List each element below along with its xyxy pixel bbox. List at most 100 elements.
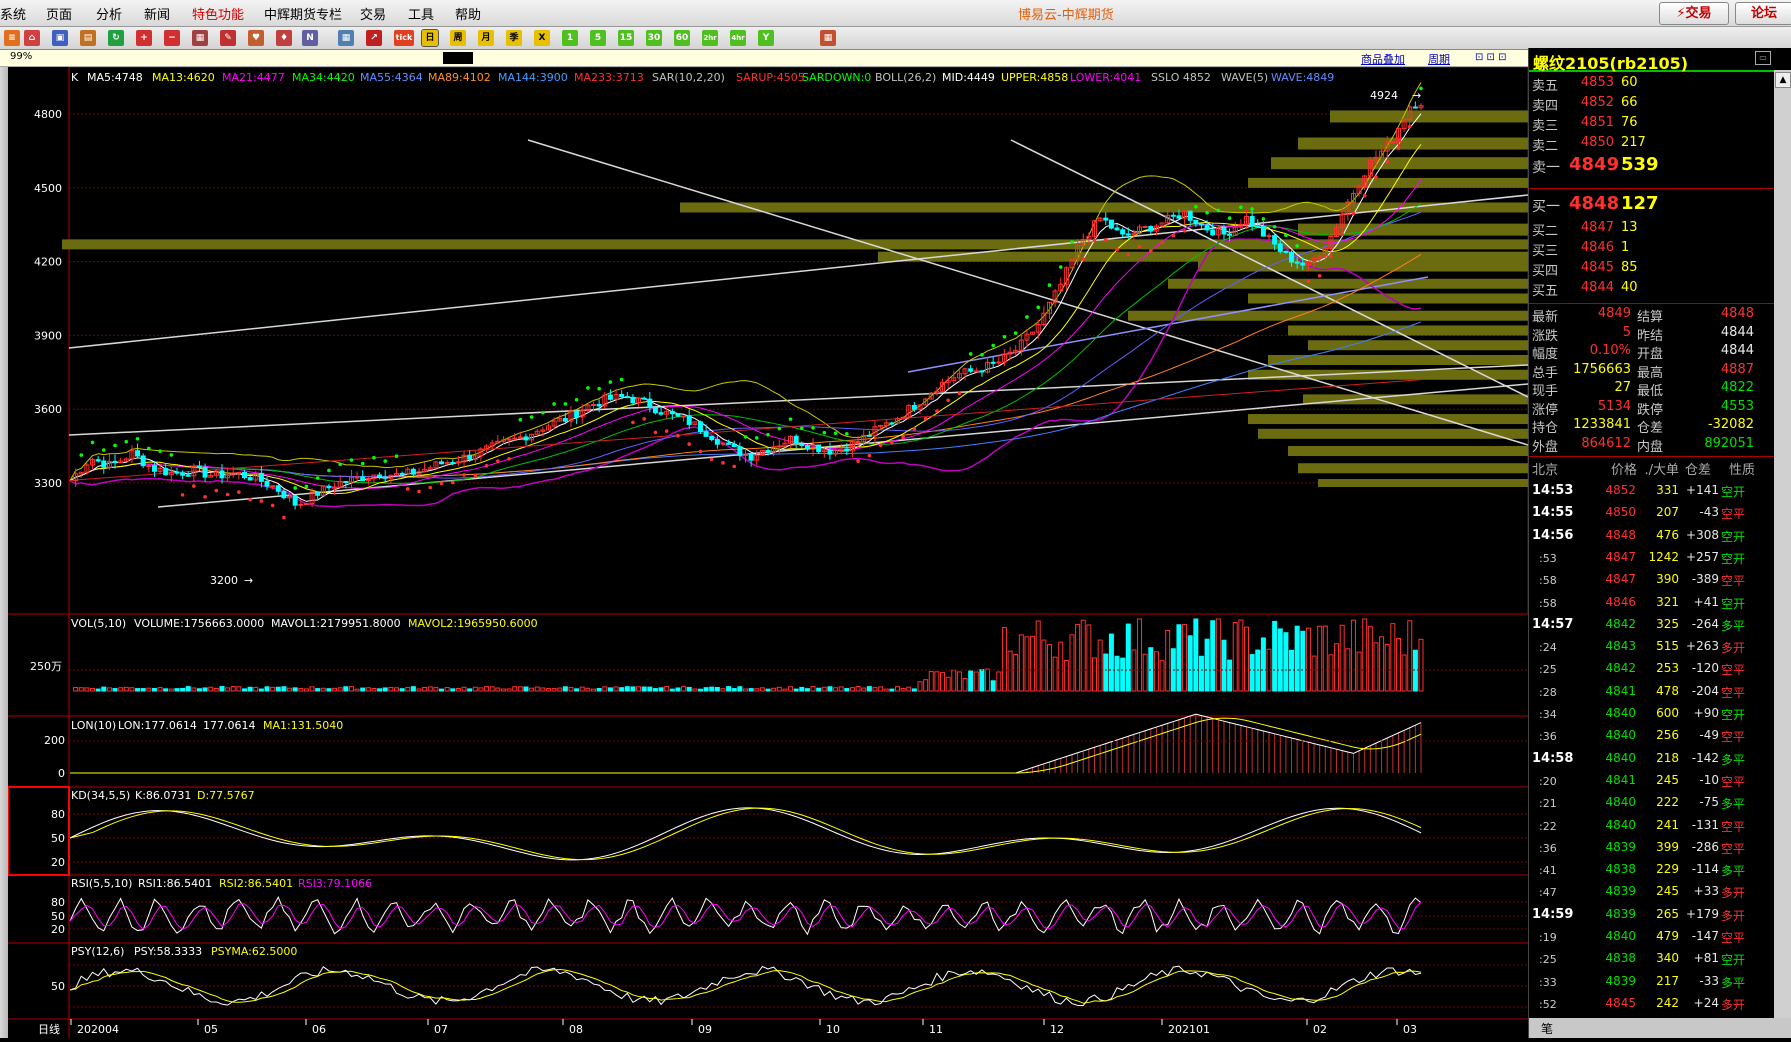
nav-arrows[interactable]: ⊡ ⊡ ⊡	[1475, 52, 1507, 63]
new-icon[interactable]: N	[302, 30, 318, 46]
menu-tools[interactable]: 工具	[408, 4, 434, 23]
tick-diff: -49	[1699, 728, 1719, 743]
volume-bar	[799, 686, 805, 692]
tick-row: :47 4839 245 +33 多开	[1529, 884, 1774, 903]
menu-news[interactable]: 新闻	[144, 4, 170, 23]
candle-body	[658, 412, 664, 415]
scroll-up-icon[interactable]: ▲	[1775, 72, 1791, 88]
tab-trades[interactable]: 笔	[1541, 1020, 1553, 1037]
candle-body	[247, 477, 253, 481]
menu-trade[interactable]: 交易	[360, 4, 386, 23]
pin-icon[interactable]: ♦	[276, 30, 292, 46]
sar-dot	[237, 490, 241, 494]
candle-body	[506, 438, 512, 441]
quote-scrollbar[interactable]: ▲	[1774, 70, 1791, 1018]
volume-bar	[1294, 625, 1300, 692]
chart-icon[interactable]: ↗	[366, 30, 382, 46]
tick-time: :21	[1539, 797, 1557, 811]
volume-bar	[1407, 620, 1413, 692]
volume-bar	[399, 688, 405, 692]
zoom-in-icon[interactable]: +	[136, 30, 152, 46]
month-button[interactable]: 月	[478, 30, 494, 46]
candle-body	[844, 448, 850, 452]
table-icon[interactable]: ▦	[338, 30, 354, 46]
h2-button[interactable]: 2hr	[702, 30, 718, 46]
sar-dot	[597, 386, 601, 391]
m30-button[interactable]: 30	[646, 30, 662, 46]
candle-body	[1412, 106, 1418, 109]
volume-bar	[135, 688, 141, 692]
tick-time: :58	[1539, 596, 1557, 610]
bid-row: 买三 4846 1	[1529, 240, 1774, 259]
volume-bar	[658, 687, 664, 692]
m15-button[interactable]: 15	[618, 30, 634, 46]
volume-bar	[427, 686, 433, 692]
h4-button[interactable]: 4hr	[730, 30, 746, 46]
m5-button[interactable]: 5	[590, 30, 606, 46]
m60-button[interactable]: 60	[674, 30, 690, 46]
volume-bar	[866, 686, 872, 692]
favorite-icon[interactable]: ♥	[248, 30, 264, 46]
volume-profile-bar	[1248, 177, 1528, 188]
chart-area[interactable]: K MA5:4748 MA13:4620 MA21:4477 MA34:4420…	[7, 66, 1529, 1038]
sar-dot	[991, 343, 995, 348]
volume-bar	[1120, 657, 1126, 692]
volume-bar	[106, 687, 112, 692]
season-button[interactable]: 季	[506, 30, 522, 46]
window-icon[interactable]: ▣	[52, 30, 68, 46]
menu-icon[interactable]: ≡	[4, 30, 20, 46]
sar-dot	[90, 440, 95, 445]
trade-button[interactable]: ⚡交易	[1659, 2, 1729, 25]
candle-body	[1193, 219, 1199, 225]
candle-body	[607, 394, 613, 400]
low-annotation: 3200	[210, 574, 238, 587]
candle-body	[1125, 233, 1131, 236]
day-button[interactable]: 日	[421, 29, 439, 47]
tick-button[interactable]: tick	[394, 30, 414, 46]
zoom-out-icon[interactable]: −	[164, 30, 180, 46]
custom-period-button[interactable]: Y	[758, 30, 774, 46]
candle-body	[562, 418, 568, 422]
menu-page[interactable]: 页面	[46, 4, 72, 23]
sar-dot	[1306, 279, 1311, 284]
stat-label: 现手	[1532, 384, 1559, 399]
menu-system[interactable]: 系统	[0, 4, 26, 23]
volume-bar	[985, 668, 991, 692]
refresh-icon[interactable]: ↻	[108, 30, 124, 46]
kline-chart[interactable]: K MA5:4748 MA13:4620 MA21:4477 MA34:4420…	[7, 66, 1529, 1038]
stat-label: 最低	[1637, 384, 1664, 399]
tick-volume: 218	[1656, 750, 1679, 765]
menu-help[interactable]: 帮助	[455, 4, 481, 23]
home-icon[interactable]: ⌂	[24, 30, 40, 46]
draw-icon[interactable]: ✎	[220, 30, 236, 46]
week-button[interactable]: 周	[450, 30, 466, 46]
year-button[interactable]: X	[534, 30, 550, 46]
sar-dot	[225, 492, 230, 497]
volume-bar	[731, 688, 737, 692]
menu-features[interactable]: 特色功能	[192, 4, 244, 23]
folder-icon[interactable]: ▤	[80, 30, 96, 46]
indicator-icon[interactable]: ▦	[192, 30, 208, 46]
m1-button[interactable]: 1	[562, 30, 578, 46]
menu-zhonghui-column[interactable]: 中辉期货专栏	[264, 4, 342, 23]
tick-row: :34 4840 600 +90 空开	[1529, 706, 1774, 725]
stat-value: 4553	[1720, 398, 1754, 414]
calculator-icon[interactable]: ▦	[820, 30, 836, 46]
forum-button[interactable]: 论坛	[1735, 2, 1791, 25]
overlay-link[interactable]: 商品叠加	[1361, 51, 1405, 67]
left-tab-strip[interactable]	[0, 67, 8, 1038]
volume-bar	[737, 686, 743, 692]
menu-analysis[interactable]: 分析	[96, 4, 122, 23]
volume-bar	[1007, 650, 1013, 692]
tick-row: :53 4847 1242 +257 空开	[1529, 550, 1774, 569]
y-tick-label: 4200	[34, 256, 62, 269]
volume-bar	[962, 677, 968, 692]
kd-k: K:86.0731	[135, 789, 191, 802]
scroll-thumb[interactable]	[443, 52, 473, 64]
restore-icon[interactable]: ▭	[1755, 51, 1771, 65]
sar-dot	[327, 468, 331, 473]
volume-bar	[303, 688, 309, 692]
volume-bar	[1384, 644, 1390, 692]
volume-bar	[844, 688, 850, 692]
period-link[interactable]: 周期	[1428, 51, 1450, 67]
